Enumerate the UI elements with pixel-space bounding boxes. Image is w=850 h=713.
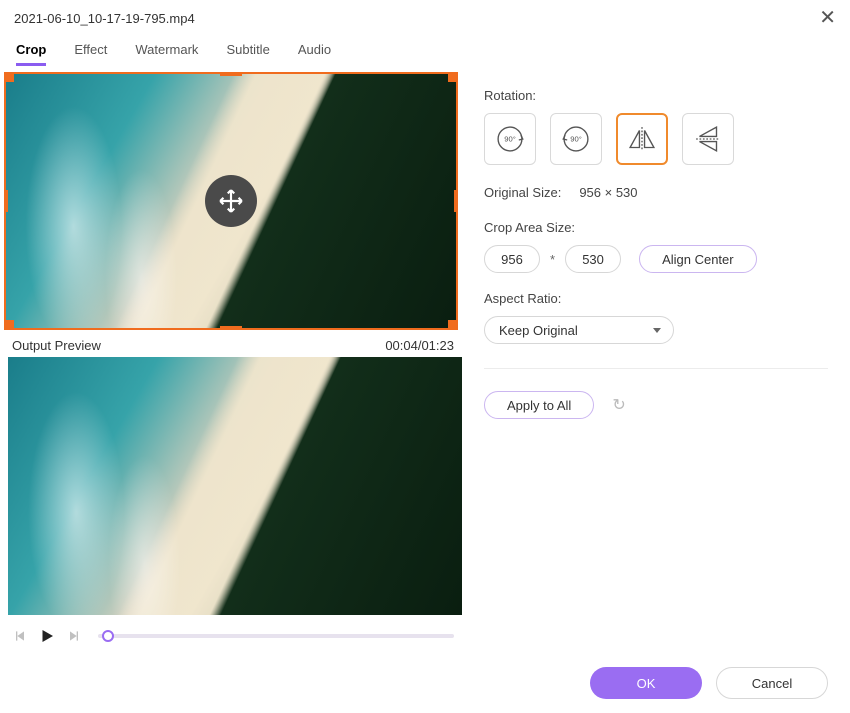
crop-handle-bl[interactable]	[4, 320, 14, 330]
crop-handle-l[interactable]	[4, 190, 8, 212]
reset-icon[interactable]: ↻	[612, 395, 625, 415]
output-preview-label: Output Preview	[12, 338, 101, 353]
flip-horizontal-icon[interactable]	[616, 113, 668, 165]
crop-handle-t[interactable]	[220, 72, 242, 76]
window-title: 2021-06-10_10-17-19-795.mp4	[14, 11, 195, 26]
next-frame-icon[interactable]	[66, 628, 82, 644]
time-position: 00:04/01:23	[385, 338, 454, 353]
svg-text:90°: 90°	[504, 135, 516, 144]
ok-button[interactable]: OK	[590, 667, 702, 699]
crop-handle-tl[interactable]	[4, 72, 14, 82]
tab-subtitle[interactable]: Subtitle	[226, 42, 269, 66]
tab-crop[interactable]: Crop	[16, 42, 46, 66]
rotation-label: Rotation:	[484, 88, 828, 103]
original-size-value: 956 × 530	[579, 185, 637, 200]
prev-frame-icon[interactable]	[12, 628, 28, 644]
aspect-ratio-label: Aspect Ratio:	[484, 291, 828, 306]
svg-text:90°: 90°	[570, 135, 582, 144]
apply-to-all-button[interactable]: Apply to All	[484, 391, 594, 419]
crop-height-input[interactable]	[565, 245, 621, 273]
output-preview	[8, 357, 462, 615]
tab-effect[interactable]: Effect	[74, 42, 107, 66]
play-icon[interactable]	[38, 627, 56, 645]
multiply-symbol: *	[550, 252, 555, 267]
preview-column: Output Preview 00:04/01:23	[0, 72, 458, 645]
settings-panel: Rotation: 90° 90° Original Size: 956 × 5…	[458, 72, 834, 645]
divider	[484, 368, 828, 369]
seek-thumb[interactable]	[102, 630, 114, 642]
tab-audio[interactable]: Audio	[298, 42, 331, 66]
aspect-ratio-select[interactable]: Keep Original	[484, 316, 674, 344]
tab-watermark[interactable]: Watermark	[135, 42, 198, 66]
crop-handle-r[interactable]	[454, 190, 458, 212]
original-size-label: Original Size:	[484, 185, 561, 200]
crop-handle-br[interactable]	[448, 320, 458, 330]
playback-controls	[4, 615, 458, 645]
align-center-button[interactable]: Align Center	[639, 245, 757, 273]
aspect-ratio-value: Keep Original	[499, 323, 578, 338]
crop-handle-b[interactable]	[220, 326, 242, 330]
crop-canvas[interactable]	[4, 72, 458, 330]
crop-handle-tr[interactable]	[448, 72, 458, 82]
flip-vertical-icon[interactable]	[682, 113, 734, 165]
tab-bar: Crop Effect Watermark Subtitle Audio	[0, 32, 850, 66]
crop-area-label: Crop Area Size:	[484, 220, 828, 235]
seek-slider[interactable]	[98, 634, 454, 638]
cancel-button[interactable]: Cancel	[716, 667, 828, 699]
close-icon[interactable]: ✕	[819, 8, 836, 28]
rotate-cw-icon[interactable]: 90°	[484, 113, 536, 165]
crop-width-input[interactable]	[484, 245, 540, 273]
move-icon[interactable]	[205, 175, 257, 227]
rotate-ccw-icon[interactable]: 90°	[550, 113, 602, 165]
